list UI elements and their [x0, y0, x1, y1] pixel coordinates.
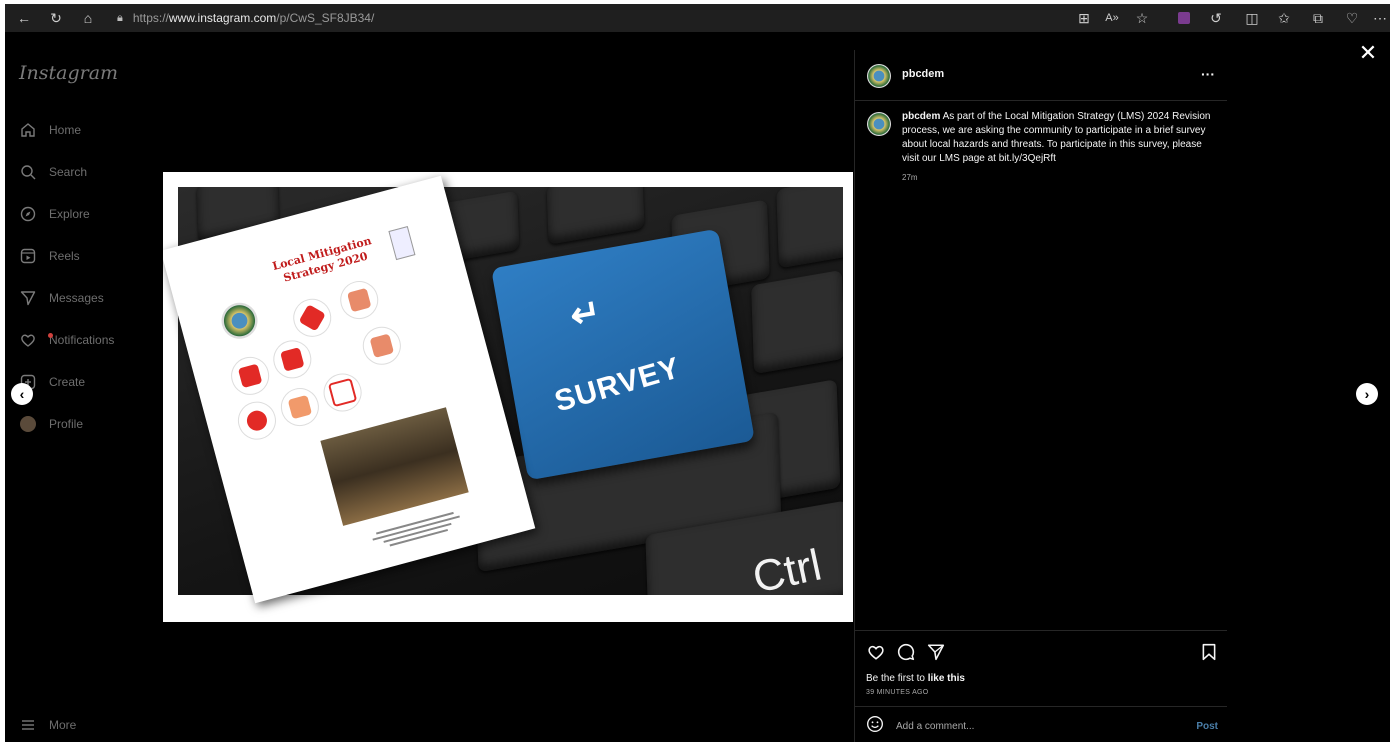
previous-post-button[interactable]: ‹ — [11, 383, 33, 405]
bookmark-icon[interactable] — [1199, 642, 1219, 662]
next-post-button[interactable]: › — [1356, 383, 1378, 405]
post-author-username[interactable]: pbcdem — [902, 68, 944, 80]
hazard-icon — [319, 369, 366, 416]
comment-icon[interactable] — [896, 642, 916, 662]
sidebar-item-label: Profile — [49, 417, 84, 431]
hazard-icon — [358, 322, 406, 370]
comment-divider — [855, 706, 1227, 707]
post-panel: pbcdem ··· pbcdem As part of the Local M… — [854, 50, 1227, 742]
notification-dot — [48, 333, 53, 338]
browser-toolbar: ← ↻ ⌂ 🔒︎ https://www.instagram.com/p/CwS… — [5, 4, 1390, 32]
favorite-star-icon[interactable]: ☆ — [1133, 9, 1151, 27]
keyboard-key — [546, 187, 645, 245]
home-browser-icon[interactable]: ⌂ — [79, 9, 97, 27]
keyboard-key — [750, 269, 843, 375]
post-image[interactable]: ↵ SURVEY Ctrl Local Mitigation Strategy … — [163, 172, 853, 622]
sidebar-item-profile[interactable]: Profile — [19, 413, 83, 435]
sidebar-item-label: Messages — [49, 291, 104, 305]
more-menu-icon[interactable]: ⋯ — [1371, 9, 1389, 27]
survey-label: SURVEY — [551, 351, 685, 419]
like-this-link[interactable]: like this — [928, 673, 965, 684]
url-host: www.instagram.com — [168, 11, 277, 25]
like-heart-icon[interactable] — [866, 642, 886, 662]
caption-avatar[interactable] — [867, 112, 891, 136]
hazard-icon — [276, 383, 324, 431]
hazard-icon — [269, 336, 316, 383]
browser-window: ← ↻ ⌂ 🔒︎ https://www.instagram.com/p/CwS… — [5, 4, 1390, 742]
likes-prefix: Be the first to — [866, 673, 928, 684]
hazard-icon — [226, 352, 274, 400]
browser-essentials-icon[interactable]: ♡ — [1343, 9, 1361, 27]
read-aloud-icon[interactable]: A» — [1103, 9, 1121, 27]
apps-icon[interactable]: ⊞ — [1075, 9, 1093, 27]
avatar — [19, 415, 37, 433]
likes-text: Be the first to like this — [866, 673, 965, 684]
search-icon — [19, 163, 37, 181]
comment-bar: Post — [866, 715, 1218, 738]
sidebar-item-reels[interactable]: Reels — [19, 245, 80, 267]
address-bar[interactable]: 🔒︎ https://www.instagram.com/p/CwS_SF8JB… — [117, 7, 1157, 29]
hazard-icon — [288, 294, 336, 342]
close-icon[interactable]: ✕ — [1357, 42, 1379, 64]
lock-icon: 🔒︎ — [117, 11, 123, 24]
url-prefix: https:// — [132, 11, 169, 25]
survey-key: ↵ SURVEY — [491, 228, 755, 481]
more-options-icon[interactable]: ··· — [1201, 66, 1215, 82]
sidebar-item-home[interactable]: Home — [19, 119, 81, 141]
share-icon[interactable] — [926, 642, 946, 662]
sidebar-item-explore[interactable]: Explore — [19, 203, 90, 225]
author-avatar[interactable] — [867, 64, 891, 88]
heart-icon — [19, 331, 53, 349]
compass-icon — [19, 205, 37, 223]
actions-divider — [855, 630, 1227, 631]
county-seal — [217, 298, 262, 343]
header-divider — [855, 100, 1227, 101]
sidebar-item-notifications[interactable]: Notifications — [19, 329, 114, 351]
back-icon[interactable]: ← — [15, 9, 33, 27]
sidebar-item-search[interactable]: Search — [19, 161, 87, 183]
post-comment-button[interactable]: Post — [1196, 721, 1218, 732]
comment-input[interactable] — [894, 719, 1197, 733]
favorites-icon[interactable]: ✩ — [1275, 9, 1293, 27]
emergency-center-photo — [320, 407, 469, 526]
split-screen-icon[interactable]: ◫ — [1243, 9, 1261, 27]
collections-icon[interactable]: ⧉ — [1309, 9, 1327, 27]
sidebar-item-label: More — [49, 718, 77, 732]
sidebar-item-label: Explore — [49, 207, 90, 221]
extension-icon[interactable] — [1175, 9, 1193, 27]
sidebar-item-label: Reels — [49, 249, 80, 263]
caption-username[interactable]: pbcdem — [902, 111, 940, 122]
sidebar-item-label: Notifications — [49, 333, 115, 347]
post-caption: pbcdem As part of the Local Mitigation S… — [902, 110, 1214, 166]
chevron-right-icon: › — [1364, 386, 1370, 402]
chevron-left-icon: ‹ — [19, 386, 25, 402]
caption-text: As part of the Local Mitigation Strategy… — [902, 111, 1211, 164]
refresh-icon[interactable]: ↻ — [47, 9, 65, 27]
hazard-icon — [335, 276, 383, 324]
send-icon — [19, 289, 37, 307]
sidebar-item-label: Create — [49, 375, 86, 389]
emoji-icon[interactable] — [866, 715, 884, 738]
sidebar-item-label: Search — [49, 165, 88, 179]
sidebar-item-more[interactable]: More — [19, 714, 76, 736]
sidebar-item-messages[interactable]: Messages — [19, 287, 104, 309]
document-badge — [388, 225, 416, 261]
hazard-icon — [233, 397, 281, 444]
caption-time: 27m — [902, 173, 918, 182]
menu-icon — [19, 716, 37, 734]
reels-icon — [19, 247, 37, 265]
keyboard-key — [776, 187, 843, 269]
document-title: Local Mitigation Strategy 2020 — [271, 234, 373, 285]
refresh-extension-icon[interactable]: ↺ — [1207, 9, 1225, 27]
enter-arrow-icon: ↵ — [566, 290, 604, 337]
post-timestamp: 39 MINUTES AGO — [866, 689, 929, 696]
url-path: /p/CwS_SF8JB34/ — [276, 11, 375, 25]
instagram-logo[interactable]: Instagram — [19, 62, 118, 84]
sidebar-item-label: Home — [49, 123, 82, 137]
home-icon — [19, 121, 37, 139]
